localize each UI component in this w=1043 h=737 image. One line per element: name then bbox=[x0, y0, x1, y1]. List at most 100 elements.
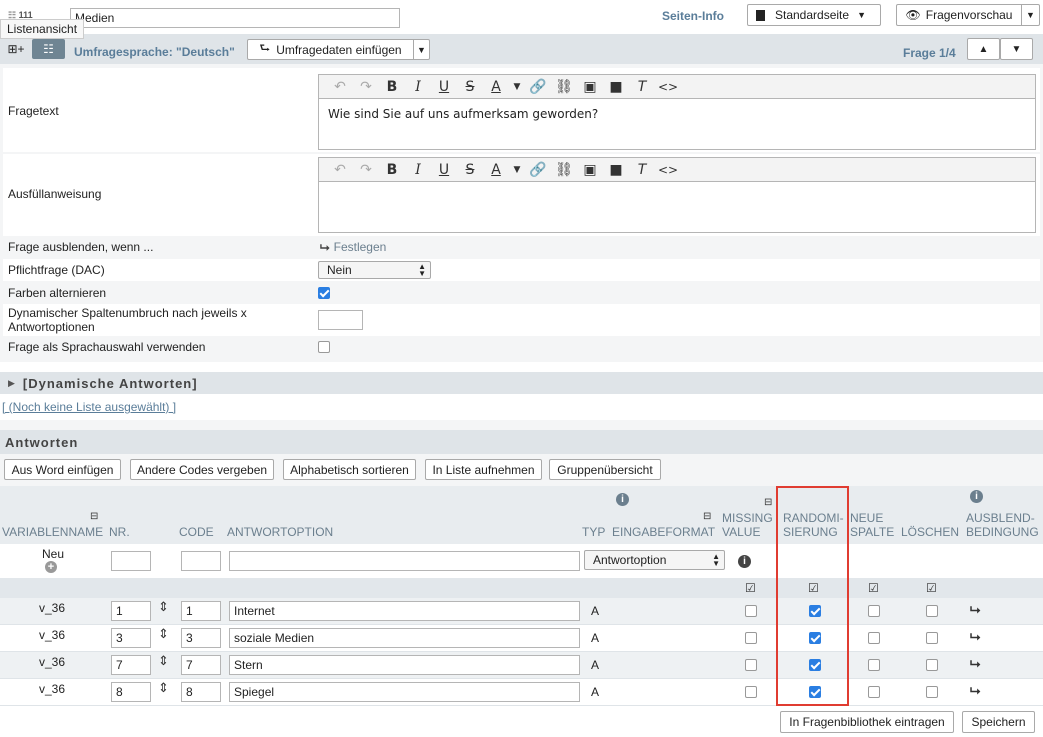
branch-icon[interactable]: ⮡ bbox=[970, 602, 980, 618]
row-option-input[interactable]: Stern bbox=[229, 655, 580, 675]
row-nr-input[interactable]: 3 bbox=[111, 628, 151, 648]
underline-icon[interactable]: U bbox=[431, 79, 457, 95]
reorder-icon[interactable]: ⇕ bbox=[158, 627, 169, 640]
clear-format-icon[interactable]: T bbox=[629, 162, 655, 178]
alternate-colors-checkbox[interactable] bbox=[318, 287, 330, 299]
hide-condition-link[interactable]: ⮡ Festlegen bbox=[320, 240, 386, 255]
source-code-icon[interactable]: <> bbox=[655, 80, 681, 94]
row-random-checkbox[interactable] bbox=[809, 605, 821, 617]
image-icon[interactable]: ▣ bbox=[577, 162, 603, 178]
bold-icon[interactable]: B bbox=[379, 162, 405, 178]
language-select-checkbox[interactable] bbox=[318, 341, 330, 353]
text-color-icon[interactable]: A bbox=[483, 79, 509, 95]
add-to-list-button[interactable]: In Liste aufnehmen bbox=[425, 459, 542, 480]
branch-icon[interactable]: ⮡ bbox=[970, 629, 980, 645]
column-break-input[interactable] bbox=[318, 310, 363, 330]
save-button[interactable]: Speichern bbox=[962, 711, 1035, 733]
new-option-input[interactable] bbox=[229, 551, 580, 571]
redo-icon[interactable]: ↷ bbox=[353, 79, 379, 95]
reorder-icon[interactable]: ⇕ bbox=[158, 600, 169, 613]
select-all-newcol-icon[interactable]: ☑ bbox=[868, 581, 879, 595]
no-list-link[interactable]: [ (Noch keine Liste ausgewählt) ] bbox=[2, 400, 176, 414]
next-question-button[interactable]: ▼ bbox=[1000, 38, 1033, 60]
instruction-editor[interactable] bbox=[318, 181, 1036, 233]
caret-down-icon[interactable]: ▼ bbox=[509, 82, 525, 92]
reorder-icon[interactable]: ⇕ bbox=[158, 654, 169, 667]
add-to-library-button[interactable]: In Fragenbibliothek eintragen bbox=[780, 711, 954, 733]
row-random-checkbox[interactable] bbox=[809, 632, 821, 644]
row-code-input[interactable]: 7 bbox=[181, 655, 221, 675]
page-type-dropdown[interactable]: Standardseite ▼ bbox=[747, 4, 881, 26]
row-newcol-checkbox[interactable] bbox=[868, 686, 880, 698]
insert-data-dropdown[interactable]: ▼ bbox=[413, 39, 430, 60]
question-text-editor[interactable]: Wie sind Sie auf uns aufmerksam geworden… bbox=[318, 98, 1036, 150]
info-icon[interactable]: i bbox=[616, 493, 629, 506]
row-missing-checkbox[interactable] bbox=[745, 605, 757, 617]
select-all-missing-icon[interactable]: ☑ bbox=[745, 581, 756, 595]
row-option-input[interactable]: Spiegel bbox=[229, 682, 580, 702]
row-code-input[interactable]: 1 bbox=[181, 601, 221, 621]
underline-icon[interactable]: U bbox=[431, 162, 457, 178]
row-nr-input[interactable]: 7 bbox=[111, 655, 151, 675]
row-code-input[interactable]: 3 bbox=[181, 628, 221, 648]
assign-codes-button[interactable]: Andere Codes vergeben bbox=[130, 459, 274, 480]
row-option-input[interactable]: soziale Medien bbox=[229, 628, 580, 648]
input-format-select[interactable]: Antwortoption ▲ ▼ bbox=[584, 550, 725, 570]
row-newcol-checkbox[interactable] bbox=[868, 605, 880, 617]
media-icon[interactable]: ■ bbox=[603, 162, 629, 178]
row-delete-checkbox[interactable] bbox=[926, 605, 938, 617]
italic-icon[interactable]: I bbox=[405, 79, 431, 95]
list-view-button[interactable]: ☷ bbox=[32, 39, 65, 59]
dynamic-answers-header[interactable]: ▶ [Dynamische Antworten] bbox=[0, 372, 1043, 394]
preview-button[interactable]: 👁 Fragenvorschau bbox=[896, 4, 1022, 26]
row-delete-checkbox[interactable] bbox=[926, 632, 938, 644]
unlink-icon[interactable]: ⛓ bbox=[551, 162, 577, 178]
row-random-checkbox[interactable] bbox=[809, 686, 821, 698]
row-missing-checkbox[interactable] bbox=[745, 659, 757, 671]
insert-data-button[interactable]: ⮑ Umfragedaten einfügen bbox=[247, 39, 414, 60]
row-nr-input[interactable]: 1 bbox=[111, 601, 151, 621]
sort-alphabetically-button[interactable]: Alphabetisch sortieren bbox=[283, 459, 416, 480]
strikethrough-icon[interactable]: S bbox=[457, 162, 483, 178]
strikethrough-icon[interactable]: S bbox=[457, 79, 483, 95]
import-word-button[interactable]: Aus Word einfügen bbox=[4, 459, 121, 480]
italic-icon[interactable]: I bbox=[405, 162, 431, 178]
previous-question-button[interactable]: ▲ bbox=[967, 38, 1000, 60]
info-icon[interactable]: i bbox=[738, 555, 751, 568]
info-icon[interactable]: i bbox=[970, 490, 983, 503]
select-all-delete-icon[interactable]: ☑ bbox=[926, 581, 937, 595]
row-delete-checkbox[interactable] bbox=[926, 686, 938, 698]
clear-format-icon[interactable]: T bbox=[629, 79, 655, 95]
undo-icon[interactable]: ↶ bbox=[327, 79, 353, 95]
collapse-icon[interactable]: ⊟ bbox=[764, 497, 772, 508]
select-all-random-icon[interactable]: ☑ bbox=[808, 581, 819, 595]
page-info-link[interactable]: Seiten-Info bbox=[662, 9, 724, 23]
redo-icon[interactable]: ↷ bbox=[353, 162, 379, 178]
mandatory-select[interactable]: Nein ▲ ▼ bbox=[318, 261, 431, 279]
row-code-input[interactable]: 8 bbox=[181, 682, 221, 702]
bold-icon[interactable]: B bbox=[379, 79, 405, 95]
collapse-icon[interactable]: ⊟ bbox=[90, 511, 98, 522]
row-missing-checkbox[interactable] bbox=[745, 632, 757, 644]
unlink-icon[interactable]: ⛓ bbox=[551, 79, 577, 95]
branch-icon[interactable]: ⮡ bbox=[970, 683, 980, 699]
row-missing-checkbox[interactable] bbox=[745, 686, 757, 698]
text-color-icon[interactable]: A bbox=[483, 162, 509, 178]
media-icon[interactable]: ■ bbox=[603, 79, 629, 95]
row-nr-input[interactable]: 8 bbox=[111, 682, 151, 702]
row-random-checkbox[interactable] bbox=[809, 659, 821, 671]
row-option-input[interactable]: Internet bbox=[229, 601, 580, 621]
undo-icon[interactable]: ↶ bbox=[327, 162, 353, 178]
link-icon[interactable]: 🔗 bbox=[525, 162, 551, 178]
collapse-icon[interactable]: ⊟ bbox=[703, 511, 711, 522]
source-code-icon[interactable]: <> bbox=[655, 163, 681, 177]
new-nr-input[interactable] bbox=[111, 551, 151, 571]
add-item-button[interactable]: ⊞+ bbox=[2, 39, 30, 59]
branch-icon[interactable]: ⮡ bbox=[970, 656, 980, 672]
row-newcol-checkbox[interactable] bbox=[868, 632, 880, 644]
caret-down-icon[interactable]: ▼ bbox=[509, 165, 525, 175]
row-delete-checkbox[interactable] bbox=[926, 659, 938, 671]
reorder-icon[interactable]: ⇕ bbox=[158, 681, 169, 694]
row-newcol-checkbox[interactable] bbox=[868, 659, 880, 671]
new-code-input[interactable] bbox=[181, 551, 221, 571]
